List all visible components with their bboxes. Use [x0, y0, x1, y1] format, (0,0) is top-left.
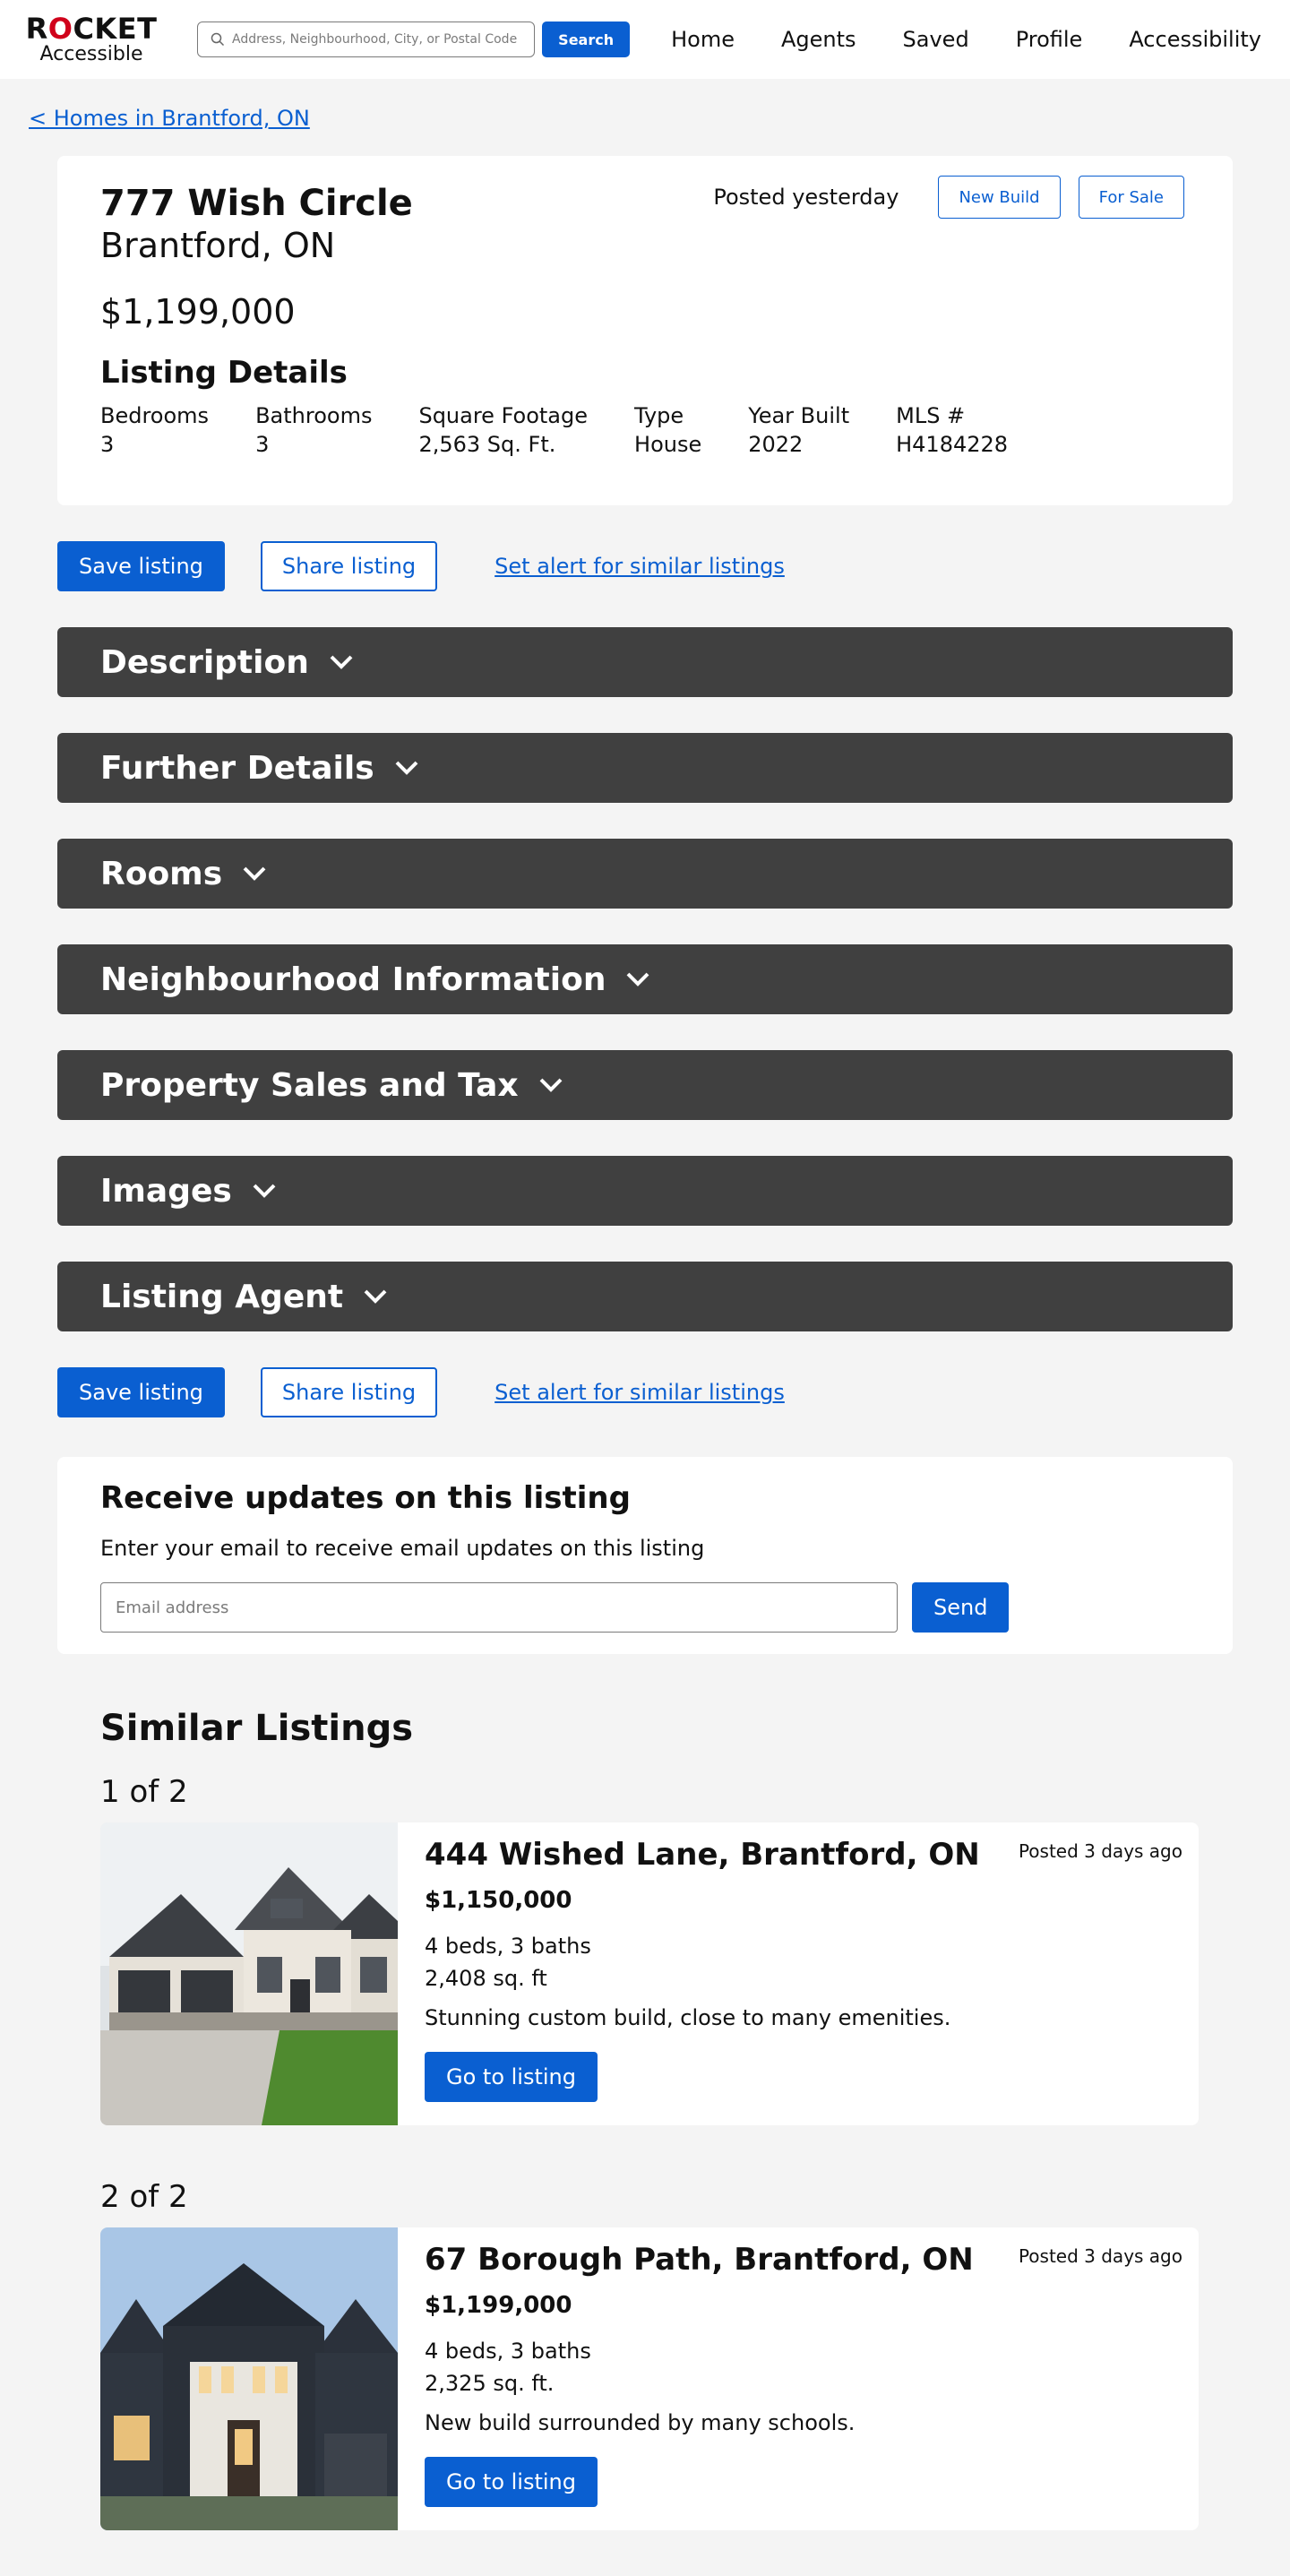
set-alert-link[interactable]: Set alert for similar listings	[494, 1380, 785, 1405]
nav-saved[interactable]: Saved	[903, 27, 969, 52]
search-input[interactable]	[232, 32, 522, 47]
site-logo[interactable]: ROCKET Accessible	[26, 14, 157, 65]
similar-listing-body: 444 Wished Lane, Brantford, ON $1,150,00…	[398, 1822, 1199, 2125]
search-button[interactable]: Search	[542, 22, 631, 57]
section-neighbourhood[interactable]: Neighbourhood Information	[57, 944, 1233, 1014]
section-listing-agent[interactable]: Listing Agent	[57, 1262, 1233, 1331]
chevron-down-icon	[330, 655, 353, 669]
email-field[interactable]	[100, 1582, 898, 1633]
listing-actions-top: Save listing Share listing Set alert for…	[57, 541, 1233, 591]
section-description[interactable]: Description	[57, 627, 1233, 697]
nav-agents[interactable]: Agents	[781, 27, 856, 52]
logo-subtitle: Accessible	[39, 43, 143, 65]
carousel-counter: 2 of 2	[100, 2179, 188, 2215]
similar-title: Similar Listings	[100, 1708, 414, 1749]
detail-bedrooms: Bedrooms 3	[100, 403, 210, 457]
house-photo	[100, 1822, 398, 2125]
carousel-counter: 1 of 2	[100, 1774, 188, 1810]
section-further-details[interactable]: Further Details	[57, 733, 1233, 803]
search-box[interactable]	[197, 22, 536, 57]
updates-title: Receive updates on this listing	[100, 1480, 631, 1516]
similar-listing-price: $1,150,000	[425, 1887, 572, 1914]
detail-year-built: Year Built 2022	[748, 403, 850, 457]
listing-details-grid: Bedrooms 3 Bathrooms 3 Square Footage 2,563…	[100, 401, 1190, 459]
chevron-down-icon	[539, 1078, 563, 1092]
listing-actions-bottom: Save listing Share listing Set alert for…	[57, 1367, 1233, 1417]
chevron-down-icon	[364, 1289, 387, 1304]
similar-listing-meta: 4 beds, 3 baths 2,408 sq. ft	[425, 1934, 591, 1991]
listing-sections: Description Further Details Rooms Neighb…	[57, 627, 1233, 1331]
similar-listing-meta: 4 beds, 3 baths 2,325 sq. ft.	[425, 2339, 591, 2396]
badge-new-build: New Build	[938, 176, 1061, 219]
similar-listing-card: 444 Wished Lane, Brantford, ON $1,150,00…	[100, 1822, 1199, 2125]
section-sales-tax[interactable]: Property Sales and Tax	[57, 1050, 1233, 1120]
similar-listing-description: Stunning custom build, close to many eme…	[425, 2005, 951, 2030]
set-alert-link[interactable]: Set alert for similar listings	[494, 554, 785, 579]
nav-accessibility[interactable]: Accessibility	[1129, 27, 1261, 52]
listing-badges: Posted yesterday New Build For Sale	[713, 176, 1184, 219]
logo-wordmark: ROCKET	[25, 12, 158, 46]
nav-profile[interactable]: Profile	[1016, 27, 1083, 52]
save-listing-button[interactable]: Save listing	[57, 541, 225, 591]
detail-square-footage: Square Footage 2,563 Sq. Ft.	[418, 403, 589, 457]
listing-summary-card: 777 Wish Circle Brantford, ON $1,199,000…	[57, 156, 1233, 505]
similar-listing-card: 67 Borough Path, Brantford, ON $1,199,00…	[100, 2227, 1199, 2530]
chevron-down-icon	[627, 972, 649, 986]
listing-details-title: Listing Details	[100, 355, 348, 391]
search-icon	[211, 32, 225, 47]
updates-card: Receive updates on this listing Enter yo…	[57, 1457, 1233, 1654]
section-images[interactable]: Images	[57, 1156, 1233, 1226]
send-button[interactable]: Send	[912, 1582, 1010, 1633]
badge-for-sale: For Sale	[1078, 176, 1184, 219]
share-listing-button[interactable]: Share listing	[260, 1367, 438, 1417]
similar-listing-price: $1,199,000	[425, 2292, 572, 2319]
main-content: 777 Wish Circle Brantford, ON $1,199,000…	[57, 156, 1233, 2530]
section-rooms[interactable]: Rooms	[57, 839, 1233, 909]
breadcrumb-back-link[interactable]: < Homes in Brantford, ON	[29, 106, 310, 131]
listing-price: $1,199,000	[100, 292, 296, 332]
share-listing-button[interactable]: Share listing	[260, 541, 438, 591]
similar-listing-body: 67 Borough Path, Brantford, ON $1,199,00…	[398, 2227, 1199, 2530]
chevron-down-icon	[395, 761, 418, 775]
chevron-down-icon	[243, 866, 266, 881]
go-to-listing-button[interactable]: Go to listing	[425, 2052, 598, 2102]
listing-city: Brantford, ON	[100, 226, 336, 265]
nav-home[interactable]: Home	[671, 27, 735, 52]
house-photo	[100, 2227, 398, 2530]
site-header: ROCKET Accessible Search Home Agents Sav…	[0, 0, 1290, 79]
chevron-down-icon	[253, 1184, 276, 1198]
detail-type: Type House	[634, 403, 702, 457]
email-form: Send	[100, 1582, 1190, 1633]
detail-bathrooms: Bathrooms 3	[255, 403, 373, 457]
similar-listing-posted: Posted 3 days ago	[1018, 1840, 1182, 1862]
updates-text: Enter your email to receive email update…	[100, 1536, 705, 1561]
similar-listing-posted: Posted 3 days ago	[1018, 2245, 1182, 2267]
similar-listing-description: New build surrounded by many schools.	[425, 2410, 856, 2435]
detail-mls: MLS # H4184228	[896, 403, 1009, 457]
posted-date: Posted yesterday	[713, 185, 899, 210]
go-to-listing-button[interactable]: Go to listing	[425, 2457, 598, 2507]
main-nav: Home Agents Saved Profile Accessibility	[671, 27, 1261, 52]
similar-listings: Similar Listings 1 of 2 444 Wished Lane,…	[57, 1708, 1233, 2530]
save-listing-button[interactable]: Save listing	[57, 1367, 225, 1417]
